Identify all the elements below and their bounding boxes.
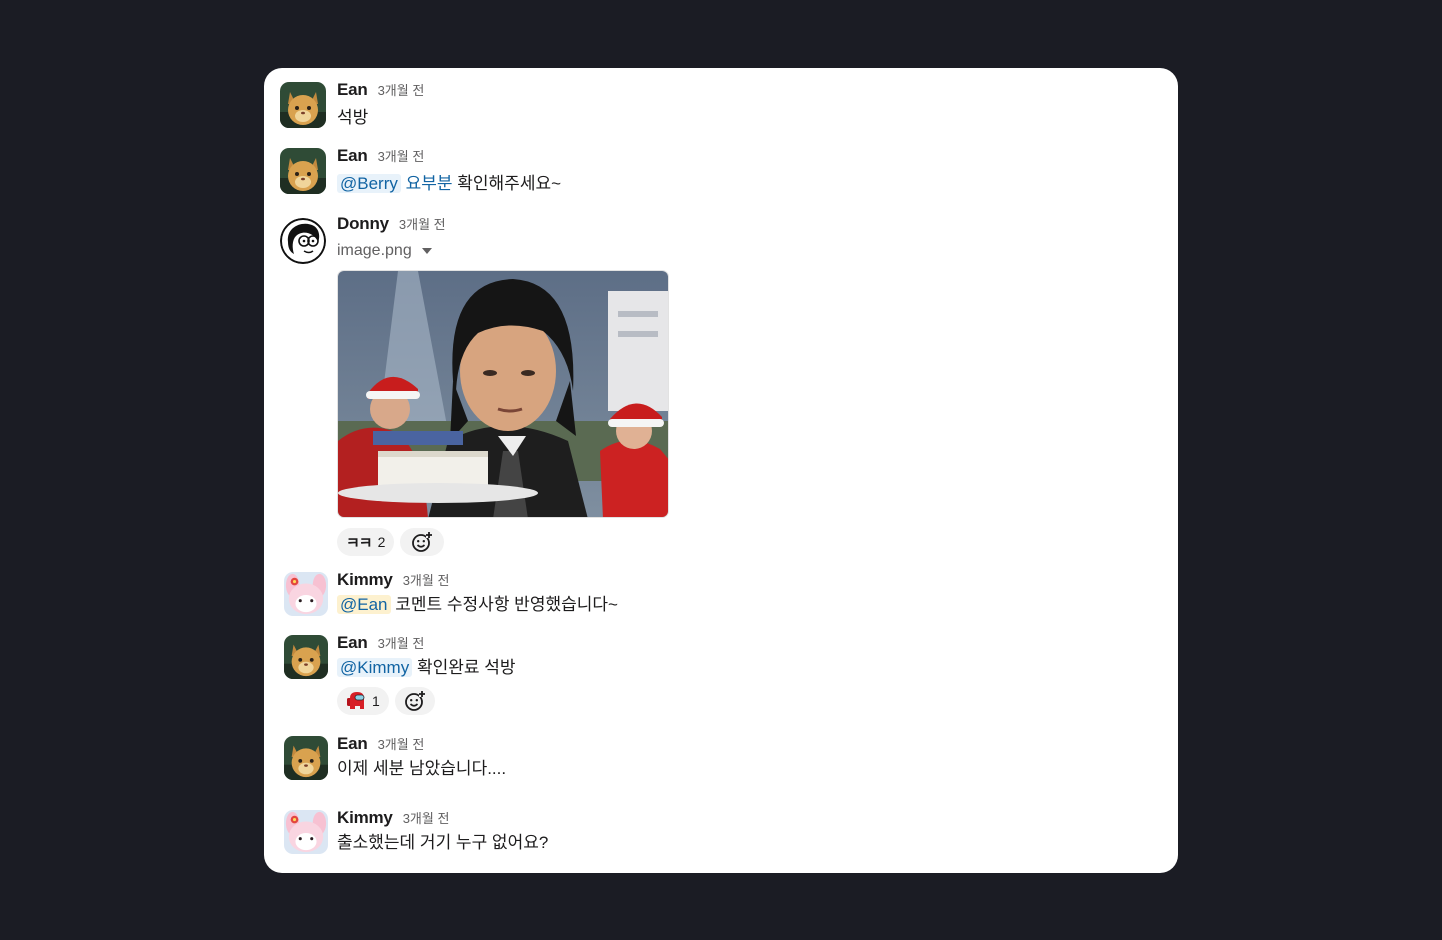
message-text: @Berry 요부분 확인해주세요~ bbox=[337, 171, 1158, 197]
reaction-emoji: ㅋㅋ bbox=[346, 534, 373, 552]
author-name[interactable]: Ean bbox=[337, 633, 368, 653]
user-mention[interactable]: @Ean bbox=[337, 595, 391, 614]
author-name[interactable]: Ean bbox=[337, 80, 368, 100]
avatar-kimmy[interactable] bbox=[284, 572, 328, 616]
file-name: image.png bbox=[337, 242, 412, 259]
message-body: 확인완료 석방 bbox=[416, 658, 516, 677]
caret-down-icon[interactable] bbox=[421, 248, 432, 254]
add-emoji-icon bbox=[412, 532, 433, 552]
reaction-pill[interactable]: ㅋㅋ 2 bbox=[337, 528, 395, 556]
highlighted-keyword[interactable]: 요부분 bbox=[406, 174, 453, 193]
message-text: 석방 bbox=[337, 108, 369, 127]
reaction-bar: 1 bbox=[337, 687, 1158, 715]
timestamp[interactable]: 3개월 전 bbox=[399, 214, 446, 233]
reaction-count: 1 bbox=[372, 693, 380, 709]
timestamp[interactable]: 3개월 전 bbox=[378, 633, 425, 652]
avatar-donny[interactable] bbox=[280, 218, 326, 264]
avatar-ean[interactable] bbox=[284, 736, 328, 780]
message-text: @Ean 코멘트 수정사항 반영했습니다~ bbox=[337, 592, 1158, 618]
message-text: 이제 세분 남았습니다.... bbox=[337, 759, 507, 778]
avatar-ean[interactable] bbox=[280, 148, 326, 194]
author-name[interactable]: Donny bbox=[337, 214, 389, 234]
author-name[interactable]: Kimmy bbox=[337, 570, 393, 590]
timestamp[interactable]: 3개월 전 bbox=[403, 570, 450, 589]
timestamp[interactable]: 3개월 전 bbox=[378, 734, 425, 753]
among-us-crewmate-icon bbox=[347, 692, 365, 709]
user-mention[interactable]: @Berry bbox=[337, 174, 401, 193]
timestamp[interactable]: 3개월 전 bbox=[403, 808, 450, 827]
file-name-toggle[interactable]: image.png bbox=[337, 242, 432, 260]
timestamp[interactable]: 3개월 전 bbox=[378, 146, 425, 165]
add-emoji-icon bbox=[404, 691, 425, 711]
add-reaction-button[interactable] bbox=[394, 687, 435, 715]
timestamp[interactable]: 3개월 전 bbox=[378, 80, 425, 99]
author-name[interactable]: Kimmy bbox=[337, 808, 393, 828]
message-text: @Kimmy 확인완료 석방 bbox=[337, 655, 1158, 681]
user-mention[interactable]: @Kimmy bbox=[337, 658, 413, 677]
message-body: 코멘트 수정사항 반영했습니다~ bbox=[395, 595, 618, 614]
message-list: Ean 3개월 전 석방 Ean 3개월 전 @Berry 요부분 확인해주세요… bbox=[264, 68, 1178, 873]
reaction-count: 2 bbox=[377, 534, 386, 550]
image-attachment[interactable] bbox=[337, 270, 669, 518]
reaction-bar: ㅋㅋ 2 bbox=[337, 528, 1158, 556]
avatar-ean[interactable] bbox=[280, 82, 326, 128]
author-name[interactable]: Ean bbox=[337, 734, 368, 754]
avatar-ean[interactable] bbox=[284, 635, 328, 679]
author-name[interactable]: Ean bbox=[337, 146, 368, 166]
add-reaction-button[interactable] bbox=[400, 528, 445, 556]
avatar-kimmy[interactable] bbox=[284, 810, 328, 854]
message-text: 출소했는데 거기 누구 없어요? bbox=[337, 833, 549, 852]
reaction-pill[interactable]: 1 bbox=[337, 687, 389, 715]
message-body: 확인해주세요~ bbox=[457, 174, 562, 193]
